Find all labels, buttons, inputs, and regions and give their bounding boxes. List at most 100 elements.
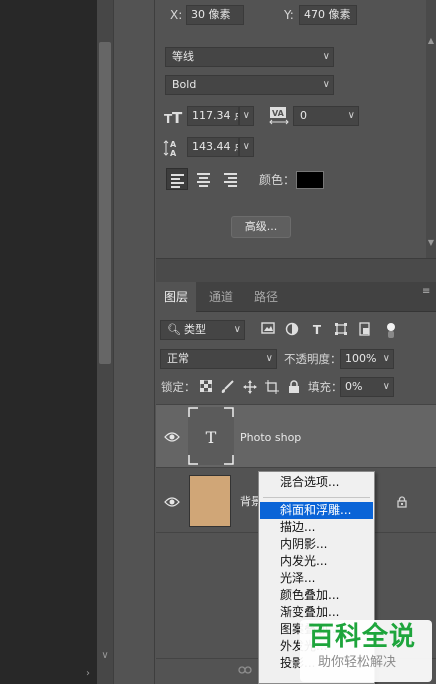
document-canvas[interactable] [0, 0, 97, 684]
background-layer-thumbnail [189, 475, 231, 527]
chevron-down-icon: ∨ [347, 110, 355, 121]
tab-layers[interactable]: 图层 [156, 282, 197, 312]
adjustment-filter-icon[interactable] [284, 322, 300, 338]
layer-name[interactable]: Photo shop [240, 431, 301, 445]
align-center-icon [197, 173, 210, 175]
y-position-field[interactable]: 470 像素 [299, 5, 357, 25]
tracking-select[interactable]: 0 ∨ [293, 106, 359, 126]
smart-object-filter-icon[interactable] [357, 322, 373, 338]
link-layers-icon[interactable] [238, 664, 252, 678]
menu-item-inner-glow[interactable]: 内发光... [260, 553, 373, 570]
menu-item-bevel-emboss[interactable]: 斜面和浮雕... [260, 502, 373, 519]
align-right-icon-line [228, 177, 237, 179]
chevron-down-icon[interactable]: ∨ [100, 650, 110, 662]
panel-menu-icon[interactable]: ≡ [422, 287, 432, 297]
menu-item-satin[interactable]: 光泽... [260, 570, 373, 587]
lock-label: 锁定： [161, 380, 196, 394]
menu-item-blending-options[interactable]: 混合选项... [260, 474, 373, 491]
lock-all-icon[interactable] [286, 380, 302, 396]
chevron-down-icon: ∨ [242, 141, 250, 152]
text-filter-icon[interactable]: T [309, 322, 325, 338]
properties-scrollbar[interactable]: ▲ ▼ [426, 0, 436, 258]
chevron-down-icon: ∨ [322, 51, 330, 62]
text-layer-glyph: T [206, 428, 217, 447]
menu-item-inner-shadow[interactable]: 内阴影... [260, 536, 373, 553]
y-position-label: Y: [284, 8, 294, 22]
lock-artboard-icon[interactable] [264, 380, 280, 396]
fill-value: 0% [345, 380, 363, 393]
text-layer-thumbnail: T [188, 407, 234, 465]
fill-field[interactable]: 0% ∨ [340, 377, 394, 397]
leading-icon: AA [163, 138, 183, 158]
watermark-title: 百科全说 [308, 622, 417, 652]
image-filter-icon[interactable] [260, 322, 276, 338]
font-size-dropdown[interactable]: ∨ [239, 106, 254, 126]
layer-row-photoshop-text[interactable]: T Photo shop [156, 404, 436, 468]
svg-text:A: A [170, 140, 177, 149]
blend-mode-value: 正常 [167, 352, 189, 365]
chevron-down-icon: ∨ [382, 353, 390, 364]
align-center-icon-line [197, 181, 210, 183]
align-center-button[interactable] [193, 168, 215, 190]
chevron-right-icon[interactable]: › [82, 668, 94, 680]
tracking-icon: VA [268, 106, 290, 126]
leading-field[interactable]: 143.44 点 [187, 137, 239, 157]
menu-item-color-overlay[interactable]: 颜色叠加... [260, 587, 373, 604]
align-right-icon [224, 173, 237, 175]
chevron-down-icon: ∨ [382, 381, 390, 392]
chevron-up-icon[interactable]: ▲ [427, 36, 435, 46]
watermark-logo: 百科全说 助你轻松解决 [300, 620, 432, 682]
font-style-value: Bold [172, 78, 197, 91]
eye-icon[interactable] [164, 431, 180, 443]
align-left-icon [171, 174, 184, 176]
align-right-button[interactable] [219, 168, 241, 190]
chevron-down-icon: ∨ [233, 324, 241, 335]
svg-text:T: T [172, 109, 183, 126]
svg-text:A: A [170, 149, 177, 158]
x-position-field[interactable]: 30 像素 [186, 5, 244, 25]
filter-toggle-icon[interactable] [383, 322, 399, 338]
align-left-icon-line [171, 182, 184, 184]
layer-filter-value: 类型 [183, 323, 206, 336]
blend-mode-select[interactable]: 正常 ∨ [160, 349, 277, 369]
text-color-swatch[interactable] [296, 171, 324, 189]
tab-channels[interactable]: 通道 [201, 282, 241, 312]
canvas-scroll-thumb[interactable] [99, 42, 111, 364]
watermark-subtitle: 助你轻松解决 [318, 655, 397, 670]
font-family-value: 等线 [172, 50, 194, 63]
align-center-icon-line [199, 177, 208, 179]
chevron-down-icon[interactable]: ▼ [427, 238, 435, 248]
align-left-button[interactable] [166, 168, 188, 190]
align-left-icon-line [171, 186, 180, 188]
menu-separator [263, 497, 370, 498]
lock-icon [397, 496, 407, 508]
advanced-button[interactable]: 高级... [231, 216, 291, 238]
tracking-value: 0 [300, 109, 307, 122]
x-position-label: X: [170, 8, 183, 22]
opacity-field[interactable]: 100% ∨ [340, 349, 394, 369]
chevron-down-icon: ∨ [322, 79, 330, 90]
layer-filter-select[interactable]: 🔍︎ 类型 ∨ [160, 320, 245, 340]
lock-pixels-brush-icon[interactable] [219, 380, 235, 396]
align-left-icon-line [171, 178, 180, 180]
lock-position-move-icon[interactable] [242, 380, 258, 396]
opacity-label: 不透明度： [284, 352, 342, 366]
menu-item-gradient-overlay[interactable]: 渐变叠加... [260, 604, 373, 621]
character-properties-panel [156, 0, 426, 258]
svg-text:VA: VA [272, 109, 285, 118]
color-label: 颜色： [259, 173, 296, 187]
font-size-field[interactable]: 117.34 点 [187, 106, 239, 126]
align-right-icon-line [228, 185, 237, 187]
shape-filter-icon[interactable] [333, 322, 349, 338]
leading-dropdown[interactable]: ∨ [239, 137, 254, 157]
eye-icon[interactable] [164, 496, 180, 508]
align-center-icon-line [199, 185, 208, 187]
panel-divider [156, 258, 436, 282]
menu-item-stroke[interactable]: 描边... [260, 519, 373, 536]
font-family-select[interactable]: 等线 ∨ [165, 47, 334, 67]
layers-tabbar: 图层 通道 路径 ≡ [156, 282, 436, 312]
font-style-select[interactable]: Bold ∨ [165, 75, 334, 95]
lock-transparent-icon[interactable] [198, 379, 214, 396]
fill-label: 填充： [308, 380, 343, 394]
tab-paths[interactable]: 路径 [246, 282, 286, 312]
